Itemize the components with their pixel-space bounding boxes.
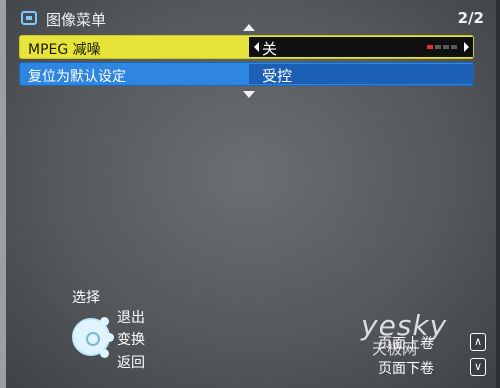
- level-segment: [435, 45, 441, 49]
- page-indicator: 2/2: [457, 9, 484, 27]
- back-key-icon: [100, 349, 109, 358]
- level-indicator: [427, 45, 457, 49]
- page-up-key-icon: ∧: [470, 333, 486, 351]
- menu-row-mpeg-noise-reduction[interactable]: MPEG 减噪 关: [19, 35, 474, 59]
- page-down-key-icon: ∨: [470, 358, 486, 376]
- exit-hint: 退出: [117, 310, 145, 326]
- option-value-selector[interactable]: 关: [249, 37, 473, 58]
- page-scroll-help: 页面上卷 ∧ 页面下卷 ∨: [378, 325, 488, 380]
- menu-row-label: MPEG 减噪: [28, 42, 101, 58]
- arrow-right-icon[interactable]: [464, 42, 469, 52]
- change-hint: 变换: [117, 332, 145, 348]
- picture-menu-icon: [21, 11, 37, 25]
- menu-title: 图像菜单: [46, 11, 107, 29]
- back-hint: 返回: [117, 355, 145, 371]
- scroll-down-arrow-icon[interactable]: [243, 91, 255, 98]
- option-value: 受控: [262, 67, 293, 85]
- level-segment: [443, 45, 449, 49]
- arrow-left-icon[interactable]: [254, 42, 259, 52]
- option-value-box[interactable]: 受控: [249, 64, 473, 85]
- change-key-icon: [105, 333, 114, 342]
- menu-row-label: 复位为默认设定: [28, 69, 126, 85]
- scroll-up-arrow-icon[interactable]: [243, 24, 255, 31]
- level-segment: [427, 45, 433, 49]
- page-down-hint: 页面下卷: [378, 361, 434, 377]
- page-up-hint: 页面上卷: [378, 336, 434, 352]
- menu-row-reset-defaults[interactable]: 复位为默认设定 受控: [19, 62, 474, 86]
- option-value: 关: [262, 40, 278, 58]
- navigation-help: 选择 退出 变换 返回: [65, 285, 205, 380]
- level-segment: [451, 45, 457, 49]
- select-hint: 选择: [72, 290, 100, 306]
- exit-key-icon: [100, 317, 109, 326]
